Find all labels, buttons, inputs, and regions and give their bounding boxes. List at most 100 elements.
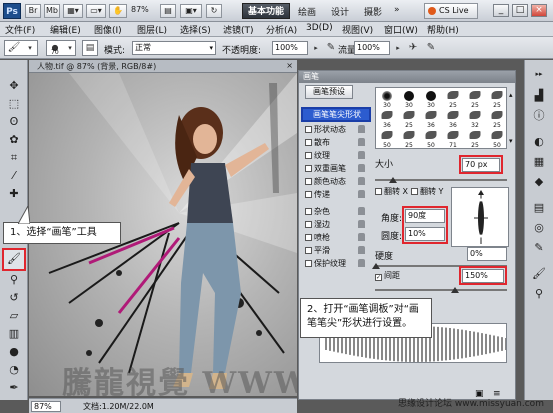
checkbox-icon[interactable]	[411, 188, 418, 195]
flip-y-checkbox[interactable]: 翻转 Y	[411, 185, 451, 198]
brush-tip[interactable]: 36	[420, 109, 442, 129]
brush-tip[interactable]: 32	[464, 109, 486, 129]
angle-roundness-widget[interactable]	[451, 187, 509, 247]
checkbox-icon[interactable]	[305, 191, 312, 198]
size-slider-thumb[interactable]	[389, 177, 397, 183]
brush-tip[interactable]: 36	[376, 109, 398, 129]
lock-icon[interactable]	[358, 220, 365, 228]
checkbox-icon[interactable]	[305, 139, 312, 146]
checkbox-icon[interactable]	[305, 221, 312, 228]
brush-tip[interactable]: 71	[442, 129, 464, 149]
size-field[interactable]: 70 px	[462, 158, 500, 172]
healing-brush-tool-icon[interactable]: ✚	[5, 186, 23, 202]
spacing-slider-thumb[interactable]	[451, 287, 459, 293]
brush-tip[interactable]: 50	[376, 129, 398, 149]
styles-icon[interactable]: ◆	[531, 174, 547, 190]
tool-preset-picker[interactable]: 🖌 ▾	[4, 40, 38, 56]
brush-tip[interactable]: 25	[398, 129, 420, 149]
minimize-button[interactable]: _	[493, 4, 509, 17]
brush-tip[interactable]: 25	[464, 89, 486, 109]
brush-tip-grid[interactable]: 30 30 30 25 25 25 36 25 36 36 32 25 50 25 50 71 25 50	[375, 87, 507, 149]
scroll-up-icon[interactable]: ▴	[509, 91, 513, 99]
brush-tip[interactable]: 25	[464, 129, 486, 149]
brush-tip[interactable]: 25	[442, 89, 464, 109]
brush-tip[interactable]: 25	[486, 89, 508, 109]
pen-tool-icon[interactable]: ✒	[5, 380, 23, 396]
lock-icon[interactable]	[358, 190, 365, 198]
menu-help[interactable]: 帮助(H)	[427, 23, 459, 36]
quick-selection-tool-icon[interactable]: ✿	[5, 132, 23, 148]
roundness-field[interactable]: 10%	[405, 227, 445, 241]
option-noise[interactable]: 杂色	[305, 205, 365, 218]
option-brush-tip-shape[interactable]: 画笔笔尖形状	[301, 107, 371, 122]
lock-icon[interactable]	[358, 259, 365, 267]
minibridge-icon[interactable]: Mb	[44, 4, 60, 18]
document-tab[interactable]: 人物.tif @ 87% (背景, RGB/8#) ×	[29, 60, 297, 73]
bridge-icon[interactable]: Br	[25, 4, 41, 18]
workspace-design[interactable]: 设计	[331, 5, 349, 18]
airbrush-icon[interactable]: ✈	[406, 41, 420, 55]
channels-icon[interactable]: ◎	[531, 220, 547, 236]
option-wet-edges[interactable]: 湿边	[305, 218, 365, 231]
dodge-tool-icon[interactable]: ◔	[5, 362, 23, 378]
crop-tool-icon[interactable]: ⌗	[5, 150, 23, 166]
brush-tip[interactable]: 25	[398, 109, 420, 129]
collapse-panels-icon[interactable]: ▸▸	[531, 66, 547, 82]
cs-live-button[interactable]: CS Live	[424, 3, 478, 19]
checkbox-icon[interactable]	[305, 208, 312, 215]
color-panel-icon[interactable]: ◐	[531, 134, 547, 150]
histogram-icon[interactable]: ▟	[531, 88, 547, 104]
hand-tool-icon[interactable]: ✋	[109, 4, 127, 18]
lock-icon[interactable]	[358, 151, 365, 159]
lock-icon[interactable]	[358, 138, 365, 146]
lock-icon[interactable]	[358, 125, 365, 133]
option-transfer[interactable]: 传递	[305, 188, 365, 201]
workspace-photography[interactable]: 摄影	[364, 5, 382, 18]
spacing-field[interactable]: 150%	[462, 269, 504, 283]
history-brush-tool-icon[interactable]: ↺	[5, 290, 23, 306]
angle-field[interactable]: 90度	[405, 209, 445, 223]
maximize-button[interactable]: □	[512, 4, 528, 17]
mode-select[interactable]: 正常 ▾	[132, 41, 216, 55]
menu-analysis[interactable]: 分析(A)	[266, 23, 297, 36]
brush-tip[interactable]: 36	[442, 109, 464, 129]
brush-tip[interactable]: 25	[486, 109, 508, 129]
option-smoothing[interactable]: 平滑	[305, 244, 365, 257]
menu-edit[interactable]: 编辑(E)	[50, 23, 81, 36]
paths-icon[interactable]: ✎	[531, 240, 547, 256]
flip-x-checkbox[interactable]: 翻转 X	[375, 185, 415, 198]
clone-source-icon[interactable]: ⚲	[531, 286, 547, 302]
status-zoom-field[interactable]: 87%	[31, 401, 61, 412]
checkbox-icon[interactable]	[375, 188, 382, 195]
spacing-slider-track[interactable]	[375, 289, 507, 291]
spacing-checkbox[interactable]: ✓ 间距	[375, 269, 415, 282]
option-color-dynamics[interactable]: 颜色动态	[305, 175, 365, 188]
menu-file[interactable]: 文件(F)	[5, 23, 35, 36]
brush-preset-picker[interactable]: ● 70 ▾	[46, 40, 76, 56]
checkbox-checked-icon[interactable]: ✓	[375, 274, 382, 281]
layers-icon[interactable]: ▤	[531, 200, 547, 216]
lock-icon[interactable]	[358, 177, 365, 185]
option-airbrush[interactable]: 喷枪	[305, 231, 365, 244]
brush-panel-icon[interactable]: 🖌	[531, 266, 547, 282]
view-extras-icon[interactable]: ▦▾	[63, 4, 83, 18]
lock-icon[interactable]	[358, 207, 365, 215]
brush-panel-header[interactable]: 画笔	[299, 71, 515, 83]
move-tool-icon[interactable]: ✥	[5, 78, 23, 94]
toggle-brush-panel-button[interactable]: ▤	[82, 40, 98, 56]
workspace-more[interactable]: »	[394, 5, 400, 15]
brush-tip[interactable]: 30	[420, 89, 442, 109]
flow-slider-arrow-icon[interactable]: ▸	[391, 41, 405, 55]
info-icon[interactable]: ⓘ	[531, 108, 547, 124]
checkbox-icon[interactable]	[305, 152, 312, 159]
brush-tool-icon[interactable]: 🖌	[5, 251, 23, 267]
eraser-tool-icon[interactable]: ▱	[5, 308, 23, 324]
gradient-tool-icon[interactable]: ▥	[5, 326, 23, 342]
lasso-tool-icon[interactable]: ʘ	[5, 114, 23, 130]
blur-tool-icon[interactable]: ●	[5, 344, 23, 360]
option-scattering[interactable]: 散布	[305, 136, 365, 149]
menu-view[interactable]: 视图(V)	[342, 23, 373, 36]
lock-icon[interactable]	[358, 246, 365, 254]
menu-window[interactable]: 窗口(W)	[384, 23, 418, 36]
workspace-essentials[interactable]: 基本功能	[242, 3, 290, 19]
